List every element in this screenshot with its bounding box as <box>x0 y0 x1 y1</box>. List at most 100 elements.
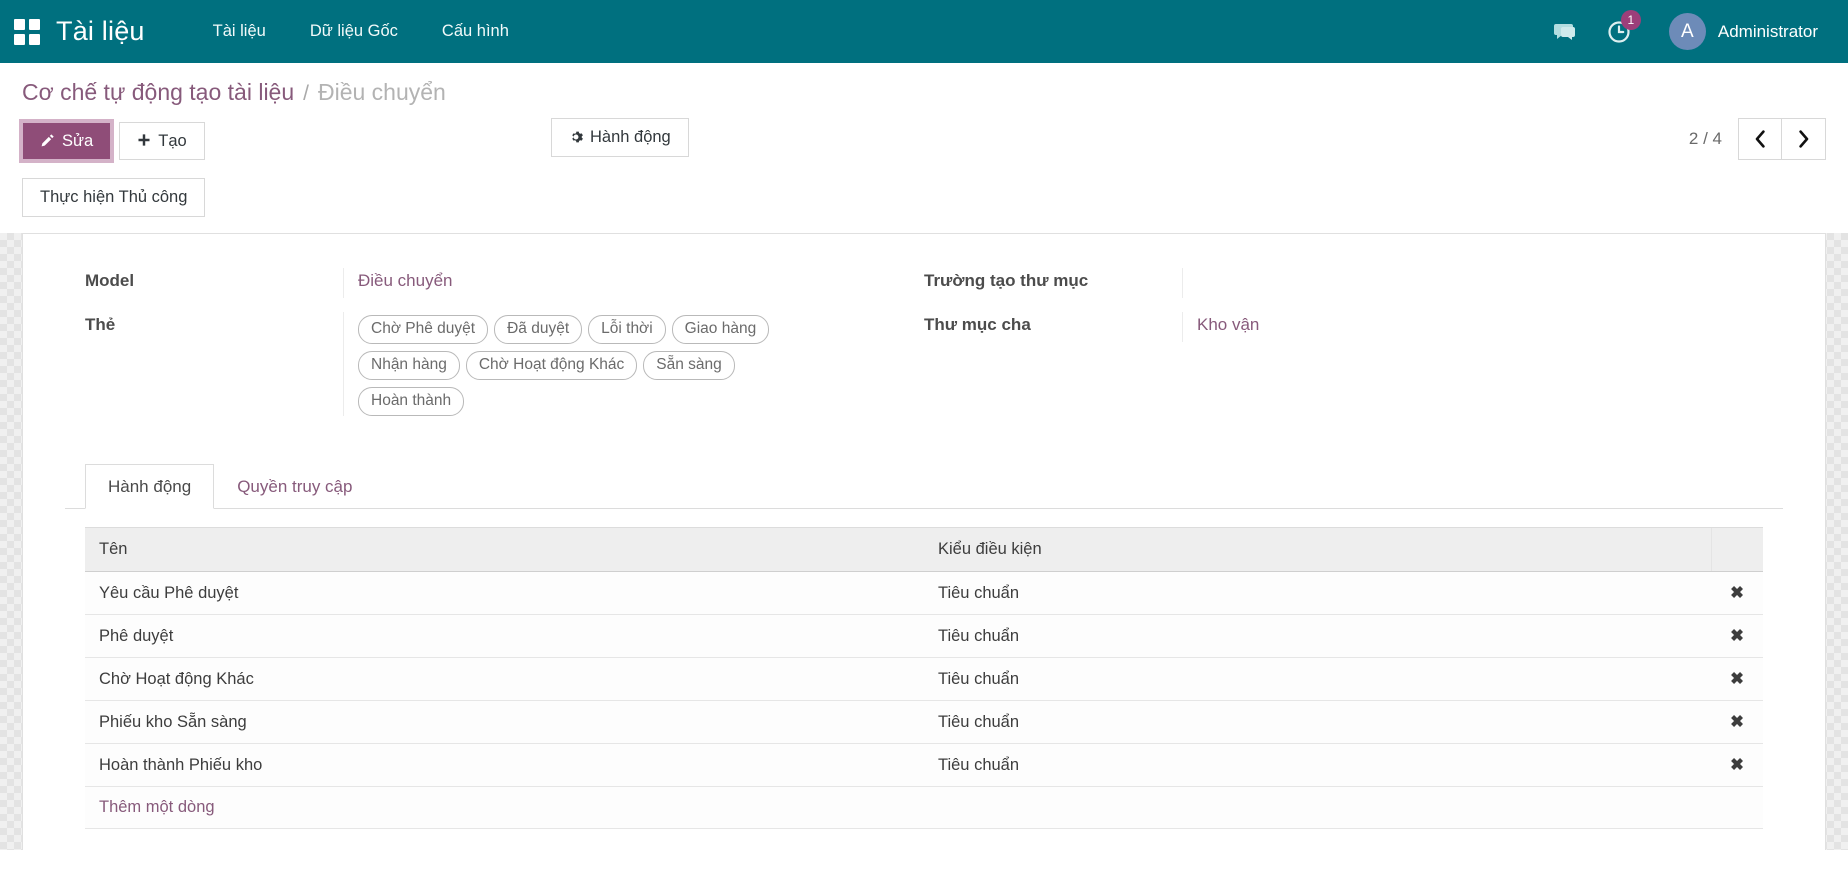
actions-table: Tên Kiểu điều kiện Yêu cầu Phê duyệt Tiê… <box>85 527 1763 830</box>
tag-chip[interactable]: Lỗi thời <box>588 314 666 344</box>
tag-chip[interactable]: Giao hàng <box>671 314 770 344</box>
create-button[interactable]: Tạo <box>119 121 205 161</box>
tab-actions[interactable]: Hành động <box>85 464 215 510</box>
menu-item-documents[interactable]: Tài liệu <box>191 0 288 63</box>
breadcrumb: Cơ chế tự động tạo tài liệu / Điều chuyể… <box>0 63 1848 112</box>
field-parent-folder: Thư mục cha Kho vận <box>924 311 1733 342</box>
column-header-condition[interactable]: Kiểu điều kiện <box>924 527 1711 573</box>
actions-one2many: Tên Kiểu điều kiện Yêu cầu Phê duyệt Tiê… <box>65 509 1783 830</box>
cell-condition[interactable]: Tiêu chuẩn <box>924 614 1711 659</box>
add-line-cell: Thêm một dòng <box>85 786 1763 830</box>
field-model-value[interactable]: Điều chuyển <box>343 267 894 298</box>
action-menu-button[interactable]: Hành động <box>551 118 689 157</box>
tag-chip[interactable]: Chờ Hoạt động Khác <box>465 350 638 380</box>
tag-list: Chờ Phê duyệt Đã duyệt Lỗi thời Giao hàn… <box>358 314 828 417</box>
cell-condition[interactable]: Tiêu chuẩn <box>924 743 1711 788</box>
tab-list: Hành động Quyền truy cập <box>65 464 1783 510</box>
control-panel: Sửa Tạo Hành động 2 / 4 <box>0 112 1848 164</box>
avatar: A <box>1668 13 1706 50</box>
apps-grid-square <box>14 18 25 30</box>
tag-chip[interactable]: Sẵn sàng <box>643 350 735 380</box>
table-row[interactable]: Yêu cầu Phê duyệt Tiêu chuẩn ✖ <box>85 571 1763 616</box>
table-row[interactable]: Chờ Hoạt động Khác Tiêu chuẩn ✖ <box>85 657 1763 702</box>
cell-condition[interactable]: Tiêu chuẩn <box>924 700 1711 745</box>
top-navbar: Tài liệu Tài liệu Dữ liệu Gốc Cấu hình 1… <box>0 0 1848 63</box>
form-sheet: Model Điều chuyển Thẻ Chờ Phê duyệt Đã d… <box>22 232 1826 850</box>
plus-icon <box>137 131 151 152</box>
form-group-right: Trường tạo thư mục Thư mục cha Kho vận <box>924 267 1763 430</box>
table-row[interactable]: Hoàn thành Phiếu kho Tiêu chuẩn ✖ <box>85 743 1763 788</box>
activity-count-badge: 1 <box>1620 10 1641 30</box>
form-group-left: Model Điều chuyển Thẻ Chờ Phê duyệt Đã d… <box>85 267 924 430</box>
breadcrumb-root[interactable]: Cơ chế tự động tạo tài liệu <box>22 79 294 106</box>
notebook: Hành động Quyền truy cập Tên Kiểu điều k… <box>65 464 1783 830</box>
form-groups: Model Điều chuyển Thẻ Chờ Phê duyệt Đã d… <box>65 267 1783 430</box>
tag-chip[interactable]: Nhận hàng <box>358 350 460 380</box>
navbar-right-group: 1 A Administrator <box>1539 0 1826 63</box>
cell-name[interactable]: Hoàn thành Phiếu kho <box>85 743 924 788</box>
apps-grid-icon[interactable] <box>14 18 40 45</box>
cell-name[interactable]: Phê duyệt <box>85 614 924 659</box>
add-a-line-link[interactable]: Thêm một dòng <box>99 798 215 817</box>
edit-button[interactable]: Sửa <box>18 118 115 164</box>
cell-condition[interactable]: Tiêu chuẩn <box>924 571 1711 616</box>
column-header-name[interactable]: Tên <box>85 527 924 573</box>
close-x-icon[interactable]: ✖ <box>1711 571 1763 616</box>
pager: 2 / 4 <box>1689 118 1826 160</box>
close-x-icon[interactable]: ✖ <box>1711 657 1763 702</box>
menu-item-configuration[interactable]: Cấu hình <box>420 0 531 63</box>
close-x-icon[interactable]: ✖ <box>1711 614 1763 659</box>
apps-grid-square <box>14 33 25 45</box>
manual-run-button[interactable]: Thực hiện Thủ công <box>22 178 206 217</box>
breadcrumb-current: Điều chuyển <box>317 79 446 105</box>
pager-next-button[interactable] <box>1782 118 1826 160</box>
cell-condition[interactable]: Tiêu chuẩn <box>924 657 1711 702</box>
actions-table-body: Yêu cầu Phê duyệt Tiêu chuẩn ✖ Phê duyệt… <box>85 571 1763 830</box>
sheet-background: Model Điều chuyển Thẻ Chờ Phê duyệt Đã d… <box>0 232 1848 850</box>
stat-button-row: Thực hiện Thủ công <box>0 164 1848 233</box>
field-folder-create-field-value[interactable] <box>1182 267 1733 298</box>
field-model: Model Điều chuyển <box>85 267 894 298</box>
table-row[interactable]: Phê duyệt Tiêu chuẩn ✖ <box>85 614 1763 659</box>
user-name-label: Administrator <box>1717 21 1818 41</box>
tab-access-rights[interactable]: Quyền truy cập <box>214 464 375 509</box>
field-tags-label: Thẻ <box>85 314 116 334</box>
field-folder-create-field: Trường tạo thư mục <box>924 267 1733 298</box>
field-tags: Thẻ Chờ Phê duyệt Đã duyệt Lỗi thời Giao… <box>85 311 894 417</box>
app-brand-title[interactable]: Tài liệu <box>56 16 145 47</box>
table-header-row: Tên Kiểu điều kiện <box>85 527 1763 573</box>
messages-icon[interactable] <box>1539 0 1593 63</box>
field-parent-folder-value[interactable]: Kho vận <box>1182 311 1733 342</box>
apps-grid-square <box>29 18 40 30</box>
table-row[interactable]: Phiếu kho Sẵn sàng Tiêu chuẩn ✖ <box>85 700 1763 745</box>
action-menu-label: Hành động <box>590 128 671 146</box>
actions-table-head: Tên Kiểu điều kiện <box>85 527 1763 573</box>
column-header-actions <box>1710 527 1763 573</box>
cell-name[interactable]: Phiếu kho Sẵn sàng <box>85 700 924 745</box>
cell-name[interactable]: Yêu cầu Phê duyệt <box>85 571 924 616</box>
field-model-label: Model <box>85 270 135 290</box>
tag-chip[interactable]: Hoàn thành <box>358 386 465 417</box>
pager-buttons <box>1738 118 1826 160</box>
edit-button-label: Sửa <box>62 131 94 150</box>
field-folder-create-field-label: Trường tạo thư mục <box>924 270 1089 290</box>
apps-grid-square <box>29 33 40 45</box>
create-button-label: Tạo <box>158 131 187 150</box>
activity-clock-icon[interactable]: 1 <box>1593 0 1647 63</box>
menu-item-master-data[interactable]: Dữ liệu Gốc <box>288 0 420 63</box>
pager-previous-button[interactable] <box>1738 118 1782 160</box>
action-menu-wrapper: Hành động <box>551 118 689 157</box>
close-x-icon[interactable]: ✖ <box>1711 700 1763 745</box>
pager-count: 2 / 4 <box>1688 129 1722 148</box>
cell-name[interactable]: Chờ Hoạt động Khác <box>85 657 924 702</box>
gear-icon <box>569 127 583 148</box>
tag-chip[interactable]: Chờ Phê duyệt <box>358 314 489 344</box>
field-parent-folder-label: Thư mục cha <box>924 314 1031 334</box>
close-x-icon[interactable]: ✖ <box>1711 743 1763 788</box>
tag-chip[interactable]: Đã duyệt <box>494 314 583 344</box>
field-tags-value: Chờ Phê duyệt Đã duyệt Lỗi thời Giao hàn… <box>343 311 894 417</box>
breadcrumb-separator: / <box>303 82 309 105</box>
user-menu[interactable]: A Administrator <box>1647 0 1826 63</box>
pencil-icon <box>40 131 55 152</box>
add-line-row[interactable]: Thêm một dòng <box>85 786 1763 830</box>
